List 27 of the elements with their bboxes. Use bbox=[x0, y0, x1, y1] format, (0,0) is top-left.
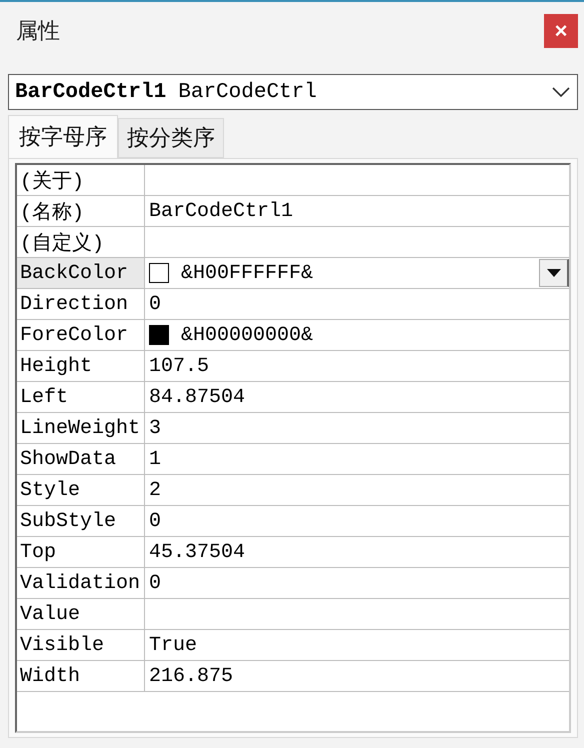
property-value[interactable]: 84.87504 bbox=[145, 382, 569, 412]
property-name[interactable]: Visible bbox=[17, 630, 145, 660]
tab[interactable]: 按字母序 bbox=[8, 115, 118, 158]
property-name[interactable]: Value bbox=[17, 599, 145, 629]
property-name[interactable]: Validation bbox=[17, 568, 145, 598]
property-value[interactable]: 1 bbox=[145, 444, 569, 474]
tab[interactable]: 按分类序 bbox=[118, 118, 224, 158]
dropdown-button[interactable] bbox=[539, 259, 569, 287]
property-value[interactable]: 0 bbox=[145, 506, 569, 536]
property-value[interactable]: 2 bbox=[145, 475, 569, 505]
property-value[interactable]: 45.37504 bbox=[145, 537, 569, 567]
window-title: 属性 bbox=[16, 18, 60, 46]
caret-icon bbox=[546, 269, 560, 277]
property-value[interactable]: 0 bbox=[145, 289, 569, 319]
property-value[interactable]: 216.875 bbox=[145, 661, 569, 691]
property-value[interactable]: 0 bbox=[145, 568, 569, 598]
property-value[interactable]: BarCodeCtrl1 bbox=[145, 196, 569, 226]
chevron-down-icon bbox=[551, 86, 571, 98]
property-value[interactable]: 107.5 bbox=[145, 351, 569, 381]
object-dropdown[interactable]: BarCodeCtrl1 BarCodeCtrl bbox=[8, 74, 578, 110]
property-value[interactable]: True bbox=[145, 630, 569, 660]
property-name[interactable]: Width bbox=[17, 661, 145, 691]
property-name[interactable]: BackColor bbox=[17, 258, 145, 288]
property-value[interactable]: &H00FFFFFF& bbox=[145, 258, 569, 288]
property-value[interactable]: 3 bbox=[145, 413, 569, 443]
property-value[interactable]: &H00000000& bbox=[145, 320, 569, 350]
close-button[interactable]: × bbox=[544, 14, 578, 48]
